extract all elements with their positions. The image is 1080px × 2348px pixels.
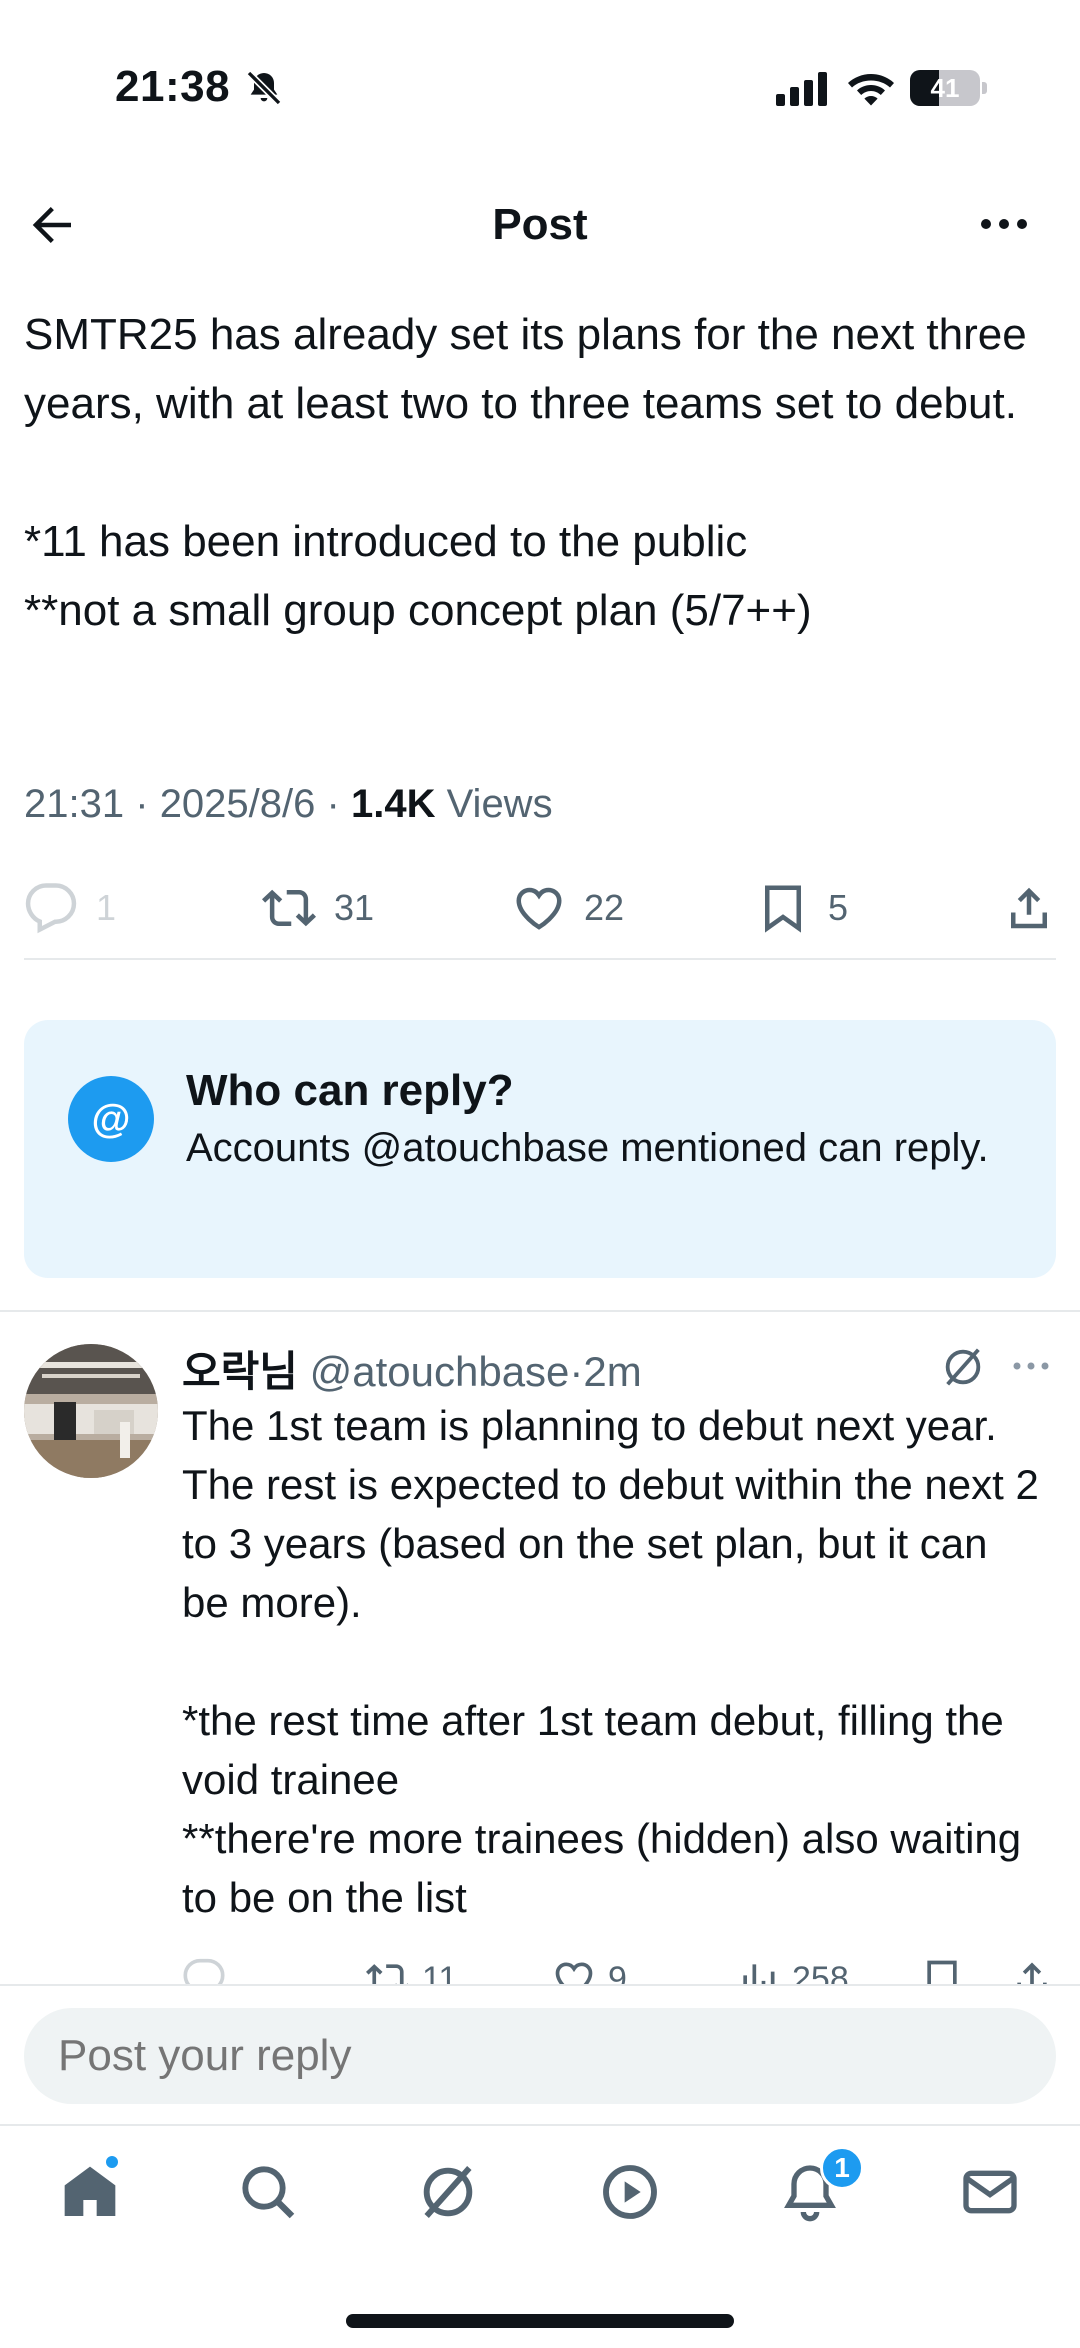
- wifi-icon: [848, 74, 894, 106]
- repost-button[interactable]: 31: [262, 872, 374, 944]
- post-date: 2025/8/6: [159, 782, 316, 826]
- battery-tip: [982, 82, 987, 94]
- meta-separator: ·: [326, 782, 340, 826]
- meta-separator: ·: [569, 1348, 584, 1395]
- like-button[interactable]: 22: [512, 872, 624, 944]
- meta-separator: ·: [135, 782, 149, 826]
- views-count[interactable]: 1.4K: [351, 782, 436, 826]
- battery-level: 41: [930, 73, 960, 103]
- like-count: 22: [584, 887, 625, 928]
- share-button[interactable]: [1002, 872, 1056, 944]
- messages-icon: [963, 2170, 1017, 2214]
- mention-icon: @: [68, 1076, 154, 1162]
- reply-age: 2m: [583, 1348, 642, 1395]
- reply-icon: [25, 883, 77, 934]
- reply-author-handle[interactable]: @atouchbase: [310, 1348, 570, 1395]
- repost-count: 31: [334, 887, 375, 928]
- bookmark-button[interactable]: 5: [756, 872, 848, 944]
- battery-icon: 41: [910, 70, 988, 106]
- reply-count: 1: [96, 887, 117, 928]
- tab-messages[interactable]: [958, 2160, 1022, 2224]
- post-text: SMTR25 has already set its plans for the…: [24, 310, 1027, 635]
- post-meta: 21:31 · 2025/8/6 · 1.4K Views: [24, 782, 553, 827]
- views-label[interactable]: Views: [447, 782, 553, 826]
- share-icon: [1011, 887, 1047, 929]
- more-icon[interactable]: [1010, 1352, 1052, 1380]
- repost-icon: [262, 889, 316, 927]
- post-time: 21:31: [24, 782, 125, 826]
- video-icon: [603, 2165, 657, 2219]
- reply-author-name[interactable]: 오락님: [182, 1348, 298, 1395]
- reply-restriction-card: @ Who can reply? Accounts @atouchbase me…: [24, 1020, 1056, 1278]
- reply-action-bar: 11 9 258: [0, 1940, 1080, 1990]
- grok-icon: [423, 2166, 473, 2218]
- reply-input[interactable]: [24, 2008, 1056, 2104]
- home-indicator: [346, 2314, 734, 2328]
- status-time: 21:38: [115, 62, 231, 111]
- signal-icon: [776, 72, 827, 106]
- home-unread-dot: [104, 2154, 120, 2170]
- tab-grok[interactable]: [416, 2160, 480, 2224]
- status-bar: 21:38 41: [0, 0, 1080, 180]
- reply-text: The 1st team is planning to debut next y…: [182, 1402, 1039, 1921]
- grok-icon[interactable]: [940, 1344, 986, 1390]
- search-icon: [242, 2166, 295, 2219]
- divider: [24, 958, 1056, 960]
- tab-search[interactable]: [236, 2160, 300, 2224]
- bookmark-count: 5: [828, 887, 849, 928]
- like-icon: [516, 887, 562, 930]
- reply-restriction-title: Who can reply?: [186, 1066, 514, 1115]
- reply-button[interactable]: 1: [24, 872, 116, 944]
- bell-off-icon: [246, 70, 282, 106]
- reply-header: 오락님 @atouchbase·2m: [182, 1338, 642, 1399]
- bookmark-icon: [765, 885, 801, 933]
- page-title: Post: [492, 200, 588, 249]
- divider: [0, 1310, 1080, 1312]
- tab-video[interactable]: [598, 2160, 662, 2224]
- battery-body: 41: [910, 70, 980, 106]
- more-icon[interactable]: [976, 206, 1032, 242]
- reply-restriction-body: Accounts @atouchbase mentioned can reply…: [186, 1126, 989, 1170]
- notifications-badge: 1: [820, 2146, 864, 2190]
- avatar-photo: [24, 1344, 158, 1478]
- avatar[interactable]: [24, 1344, 158, 1478]
- post-action-bar: 1 31 22 5: [0, 872, 1080, 944]
